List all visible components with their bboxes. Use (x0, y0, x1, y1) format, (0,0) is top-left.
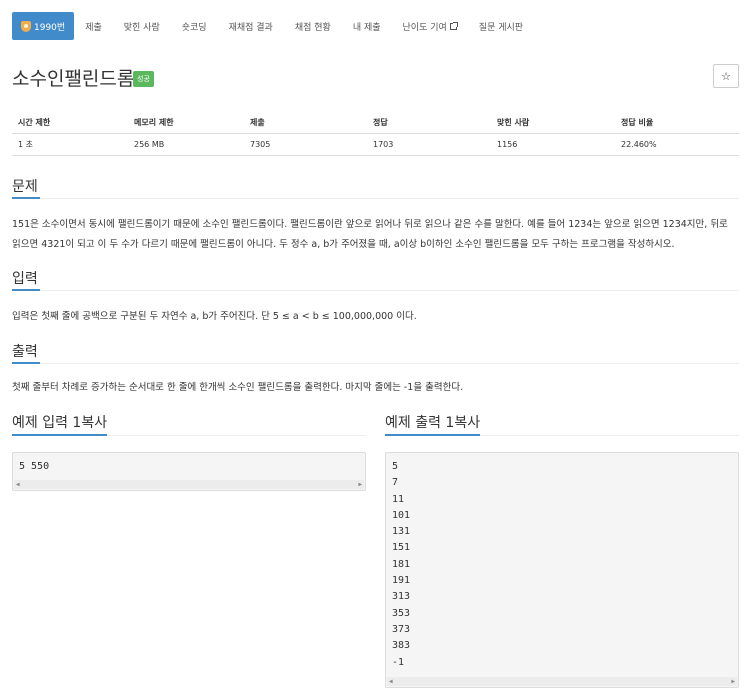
nav-tab-label: 숏코딩 (181, 22, 207, 33)
title-row: 소수인팰린드롬 성공 ☆ (12, 62, 739, 92)
scroll-right-icon[interactable]: ▶ (358, 481, 362, 488)
problem-info-table: 시간 제한 메모리 제한 제출 정답 맞힌 사람 정답 비율 1 초 256 M… (12, 113, 739, 156)
sample-input-title: 예제 입력 1 (12, 415, 82, 431)
cell-memory-limit: 256 MB (128, 133, 244, 156)
nav-tab-label: 질문 게시판 (478, 22, 524, 33)
nav-tab-label: 제출 (85, 22, 102, 33)
nav-tab-board[interactable]: 질문 게시판 (468, 12, 534, 40)
nav-tab-label: 채점 현황 (294, 22, 331, 33)
section-title: 예제 출력 1복사 (385, 412, 481, 436)
medal-icon (21, 20, 31, 32)
section-title: 문제 (12, 176, 40, 199)
nav-tab-label: 맞힌 사람 (123, 22, 160, 33)
cell-accepted: 1703 (367, 133, 491, 156)
nav-tab-problem[interactable]: 1990번 (12, 12, 75, 40)
scroll-right-icon[interactable]: ▶ (731, 678, 735, 685)
section-title: 예제 입력 1복사 (12, 412, 108, 436)
nav-tab-label: 재채점 결과 (228, 22, 273, 33)
table-row: 1 초 256 MB 7305 1703 1156 22.460% (12, 133, 739, 156)
cell-solvers: 1156 (491, 133, 615, 156)
cell-time-limit: 1 초 (12, 133, 128, 156)
output-section-heading: 출력 (12, 341, 739, 364)
sample-output-title: 예제 출력 1 (385, 415, 455, 431)
header-accepted: 정답 (367, 113, 491, 134)
table-header-row: 시간 제한 메모리 제한 제출 정답 맞힌 사람 정답 비율 (12, 113, 739, 134)
input-section-heading: 입력 (12, 268, 739, 291)
sample-output-text: 5 7 11 101 131 151 181 191 313 353 373 3… (392, 461, 411, 668)
problem-nav: 1990번 제출 맞힌 사람 숏코딩 재채점 결과 채점 현황 내 제출 난이도… (12, 12, 739, 40)
copy-output-button[interactable]: 복사 (454, 415, 480, 431)
sample-input-heading: 예제 입력 1복사 (12, 412, 366, 436)
star-button[interactable]: ☆ (713, 64, 739, 88)
nav-tab-submit[interactable]: 제출 (74, 12, 113, 40)
nav-tab-solvers[interactable]: 맞힌 사람 (113, 12, 171, 40)
header-submissions: 제출 (244, 113, 367, 134)
sample-output-box[interactable]: 5 7 11 101 131 151 181 191 313 353 373 3… (385, 452, 739, 688)
horizontal-scrollbar[interactable]: ◀ ▶ (387, 677, 737, 686)
input-description: 입력은 첫째 줄에 공백으로 구분된 두 자연수 a, b가 주어진다. 단 5… (12, 311, 417, 322)
header-ratio: 정답 비율 (615, 113, 739, 134)
external-link-icon (449, 21, 458, 30)
sample-input-box[interactable]: 5 550 ◀ ▶ (12, 452, 366, 491)
scroll-left-icon[interactable]: ◀ (389, 678, 393, 685)
sample-output-heading: 예제 출력 1복사 (385, 412, 739, 436)
output-description: 첫째 줄부터 차례로 증가하는 순서대로 한 줄에 한개씩 소수인 팰린드롬을 … (12, 382, 464, 393)
section-title: 입력 (12, 268, 40, 291)
problem-section-heading: 문제 (12, 176, 739, 199)
cell-ratio: 22.460% (615, 133, 739, 156)
sample-input-text: 5 550 (19, 461, 50, 472)
star-icon: ☆ (721, 69, 731, 83)
header-time-limit: 시간 제한 (12, 113, 128, 134)
nav-tab-label: 난이도 기여 (402, 22, 447, 33)
nav-tab-my-submissions[interactable]: 내 제출 (342, 12, 392, 40)
section-title: 출력 (12, 341, 40, 364)
nav-tab-difficulty[interactable]: 난이도 기여 (392, 12, 468, 40)
cell-submissions: 7305 (244, 133, 367, 156)
header-memory-limit: 메모리 제한 (128, 113, 244, 134)
status-badge: 성공 (133, 71, 154, 87)
nav-tab-rejudge[interactable]: 재채점 결과 (218, 12, 284, 40)
nav-tab-short-coding[interactable]: 숏코딩 (171, 12, 218, 40)
copy-input-button[interactable]: 복사 (81, 415, 107, 431)
problem-title: 소수인팰린드롬 (12, 68, 135, 90)
problem-description: 151은 소수이면서 동시에 팰린드롬이기 때문에 소수인 팰린드롬이다. 팰린… (12, 219, 728, 250)
header-solvers: 맞힌 사람 (491, 113, 615, 134)
nav-tab-label: 내 제출 (352, 22, 381, 33)
horizontal-scrollbar[interactable]: ◀ ▶ (14, 480, 364, 489)
nav-tab-label: 1990번 (34, 22, 66, 33)
scroll-left-icon[interactable]: ◀ (16, 481, 20, 488)
nav-tab-status[interactable]: 채점 현황 (284, 12, 342, 40)
